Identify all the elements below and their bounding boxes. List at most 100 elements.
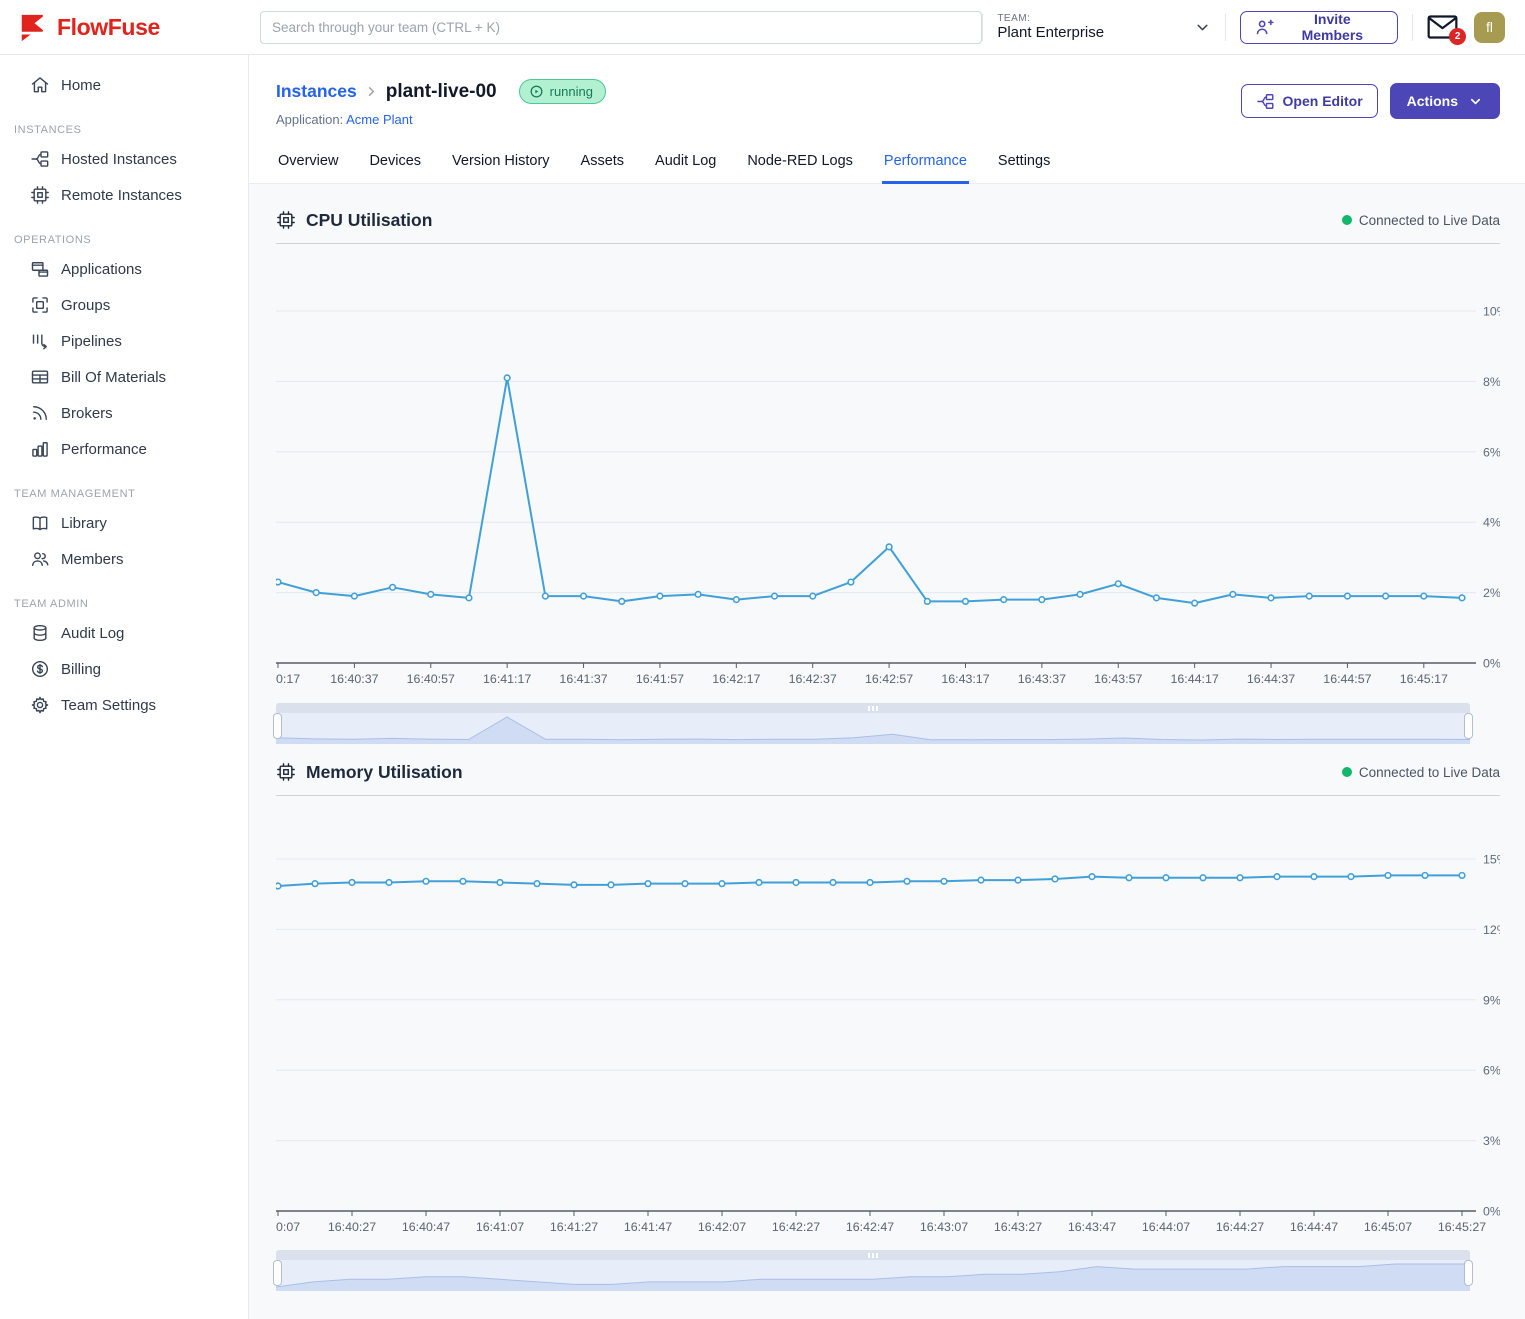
svg-text:16:43:17: 16:43:17 — [941, 672, 989, 686]
navigator-preview[interactable] — [276, 713, 1470, 744]
sidebar-item-brokers[interactable]: Brokers — [0, 395, 248, 431]
sidebar-item-library[interactable]: Library — [0, 505, 248, 541]
header-divider — [1225, 14, 1226, 41]
brand-name: FlowFuse — [57, 14, 160, 41]
tab-node-red-logs[interactable]: Node-RED Logs — [745, 143, 855, 184]
sidebar-item-applications[interactable]: Applications — [0, 251, 248, 287]
home-icon — [30, 75, 50, 95]
sidebar-item-members[interactable]: Members — [0, 541, 248, 577]
svg-text:16:40:47: 16:40:47 — [402, 1220, 450, 1234]
search-input[interactable] — [260, 11, 982, 44]
svg-text:16:43:57: 16:43:57 — [1094, 672, 1142, 686]
memory-chart-navigator[interactable] — [276, 1250, 1470, 1291]
navigator-drag-bar[interactable] — [276, 1250, 1470, 1260]
svg-text:16:41:17: 16:41:17 — [483, 672, 531, 686]
page-header: Instances plant-live-00 running Applicat… — [249, 55, 1525, 127]
svg-text:9%: 9% — [1483, 993, 1500, 1007]
svg-text:16:43:27: 16:43:27 — [994, 1220, 1042, 1234]
sidebar-item-label: Members — [61, 551, 124, 568]
sidebar-item-label: Billing — [61, 661, 101, 678]
avatar[interactable]: fl — [1474, 12, 1505, 43]
navigator-handle-left[interactable] — [273, 713, 282, 739]
remote-instances-icon — [30, 185, 50, 205]
breadcrumb: Instances plant-live-00 running — [276, 79, 606, 104]
sidebar-item-label: Home — [61, 77, 101, 94]
chevron-down-icon — [1468, 94, 1483, 109]
cpu-chart[interactable]: 10%8%6%4%2%0%0:1716:40:3716:40:5716:41:1… — [276, 244, 1500, 694]
sidebar-item-home[interactable]: Home — [0, 67, 248, 103]
notification-badge: 2 — [1449, 28, 1466, 45]
sidebar-section-team-admin: TEAM ADMIN — [14, 598, 248, 610]
sidebar-item-hosted-instances[interactable]: Hosted Instances — [0, 141, 248, 177]
breadcrumb-instances-link[interactable]: Instances — [276, 81, 357, 102]
green-dot-icon — [1342, 215, 1352, 225]
user-plus-icon — [1255, 18, 1274, 37]
chevron-down-icon — [1194, 19, 1211, 36]
cpu-chart-section: CPU Utilisation Connected to Live Data 1… — [276, 206, 1500, 744]
application-link[interactable]: Acme Plant — [346, 112, 412, 127]
performance-icon — [30, 439, 50, 459]
tab-assets[interactable]: Assets — [579, 143, 627, 184]
sidebar-item-groups[interactable]: Groups — [0, 287, 248, 323]
tab-settings[interactable]: Settings — [996, 143, 1052, 184]
cpu-chart-title: CPU Utilisation — [276, 210, 432, 231]
navigator-preview[interactable] — [276, 1260, 1470, 1291]
svg-text:16:41:57: 16:41:57 — [636, 672, 684, 686]
memory-chart-title: Memory Utilisation — [276, 762, 463, 783]
tab-performance[interactable]: Performance — [882, 143, 969, 184]
svg-text:16:43:07: 16:43:07 — [920, 1220, 968, 1234]
sidebar-item-pipelines[interactable]: Pipelines — [0, 323, 248, 359]
sidebar-section-instances: INSTANCES — [14, 124, 248, 136]
sidebar-item-performance[interactable]: Performance — [0, 431, 248, 467]
sidebar-item-team-settings[interactable]: Team Settings — [0, 687, 248, 723]
navigator-drag-bar[interactable] — [276, 703, 1470, 713]
svg-text:16:41:47: 16:41:47 — [624, 1220, 672, 1234]
charts-area: CPU Utilisation Connected to Live Data 1… — [249, 184, 1525, 1319]
svg-text:16:42:47: 16:42:47 — [846, 1220, 894, 1234]
notifications-button[interactable]: 2 — [1427, 14, 1458, 40]
groups-icon — [30, 295, 50, 315]
svg-text:16:44:47: 16:44:47 — [1290, 1220, 1338, 1234]
open-editor-button[interactable]: Open Editor — [1241, 84, 1378, 118]
library-icon — [30, 513, 50, 533]
chevron-right-icon — [364, 84, 379, 99]
navigator-handle-left[interactable] — [273, 1260, 282, 1286]
grip-icon — [868, 706, 878, 711]
memory-live-status: Connected to Live Data — [1342, 765, 1500, 780]
hosted-instances-icon — [30, 149, 50, 169]
tab-devices[interactable]: Devices — [367, 143, 423, 184]
main-content: Instances plant-live-00 running Applicat… — [249, 55, 1525, 1319]
memory-chart[interactable]: 15%12%9%6%3%0%0:0716:40:2716:40:4716:41:… — [276, 796, 1500, 1241]
tab-overview[interactable]: Overview — [276, 143, 340, 184]
sidebar-item-label: Hosted Instances — [61, 151, 177, 168]
tab-audit-log[interactable]: Audit Log — [653, 143, 718, 184]
svg-text:0:17: 0:17 — [276, 672, 300, 686]
sidebar-item-label: Applications — [61, 261, 142, 278]
invite-members-button[interactable]: Invite Members — [1240, 11, 1399, 44]
svg-text:6%: 6% — [1483, 1064, 1500, 1078]
svg-text:3%: 3% — [1483, 1134, 1500, 1148]
sidebar-item-label: Remote Instances — [61, 187, 182, 204]
svg-text:16:45:27: 16:45:27 — [1438, 1220, 1486, 1234]
team-settings-icon — [30, 695, 50, 715]
actions-button[interactable]: Actions — [1390, 83, 1500, 119]
cpu-chart-navigator[interactable] — [276, 703, 1470, 744]
sidebar-item-bill-of-materials[interactable]: Bill Of Materials — [0, 359, 248, 395]
node-editor-icon — [1256, 92, 1275, 111]
sidebar-item-label: Groups — [61, 297, 110, 314]
flowfuse-logo[interactable]: FlowFuse — [18, 12, 248, 42]
grip-icon — [868, 1253, 878, 1258]
sidebar-item-billing[interactable]: Billing — [0, 651, 248, 687]
sidebar-item-label: Library — [61, 515, 107, 532]
svg-text:2%: 2% — [1483, 586, 1500, 600]
navigator-handle-right[interactable] — [1464, 713, 1473, 739]
sidebar-item-audit-log[interactable]: Audit Log — [0, 615, 248, 651]
sidebar-item-remote-instances[interactable]: Remote Instances — [0, 177, 248, 213]
navigator-handle-right[interactable] — [1464, 1260, 1473, 1286]
flowfuse-logo-icon — [18, 12, 48, 42]
sidebar-item-label: Performance — [61, 441, 147, 458]
team-selector[interactable]: TEAM: Plant Enterprise — [997, 13, 1210, 42]
header-right: TEAM: Plant Enterprise Invite Members — [982, 11, 1505, 44]
svg-text:16:42:27: 16:42:27 — [772, 1220, 820, 1234]
tab-version-history[interactable]: Version History — [450, 143, 552, 184]
